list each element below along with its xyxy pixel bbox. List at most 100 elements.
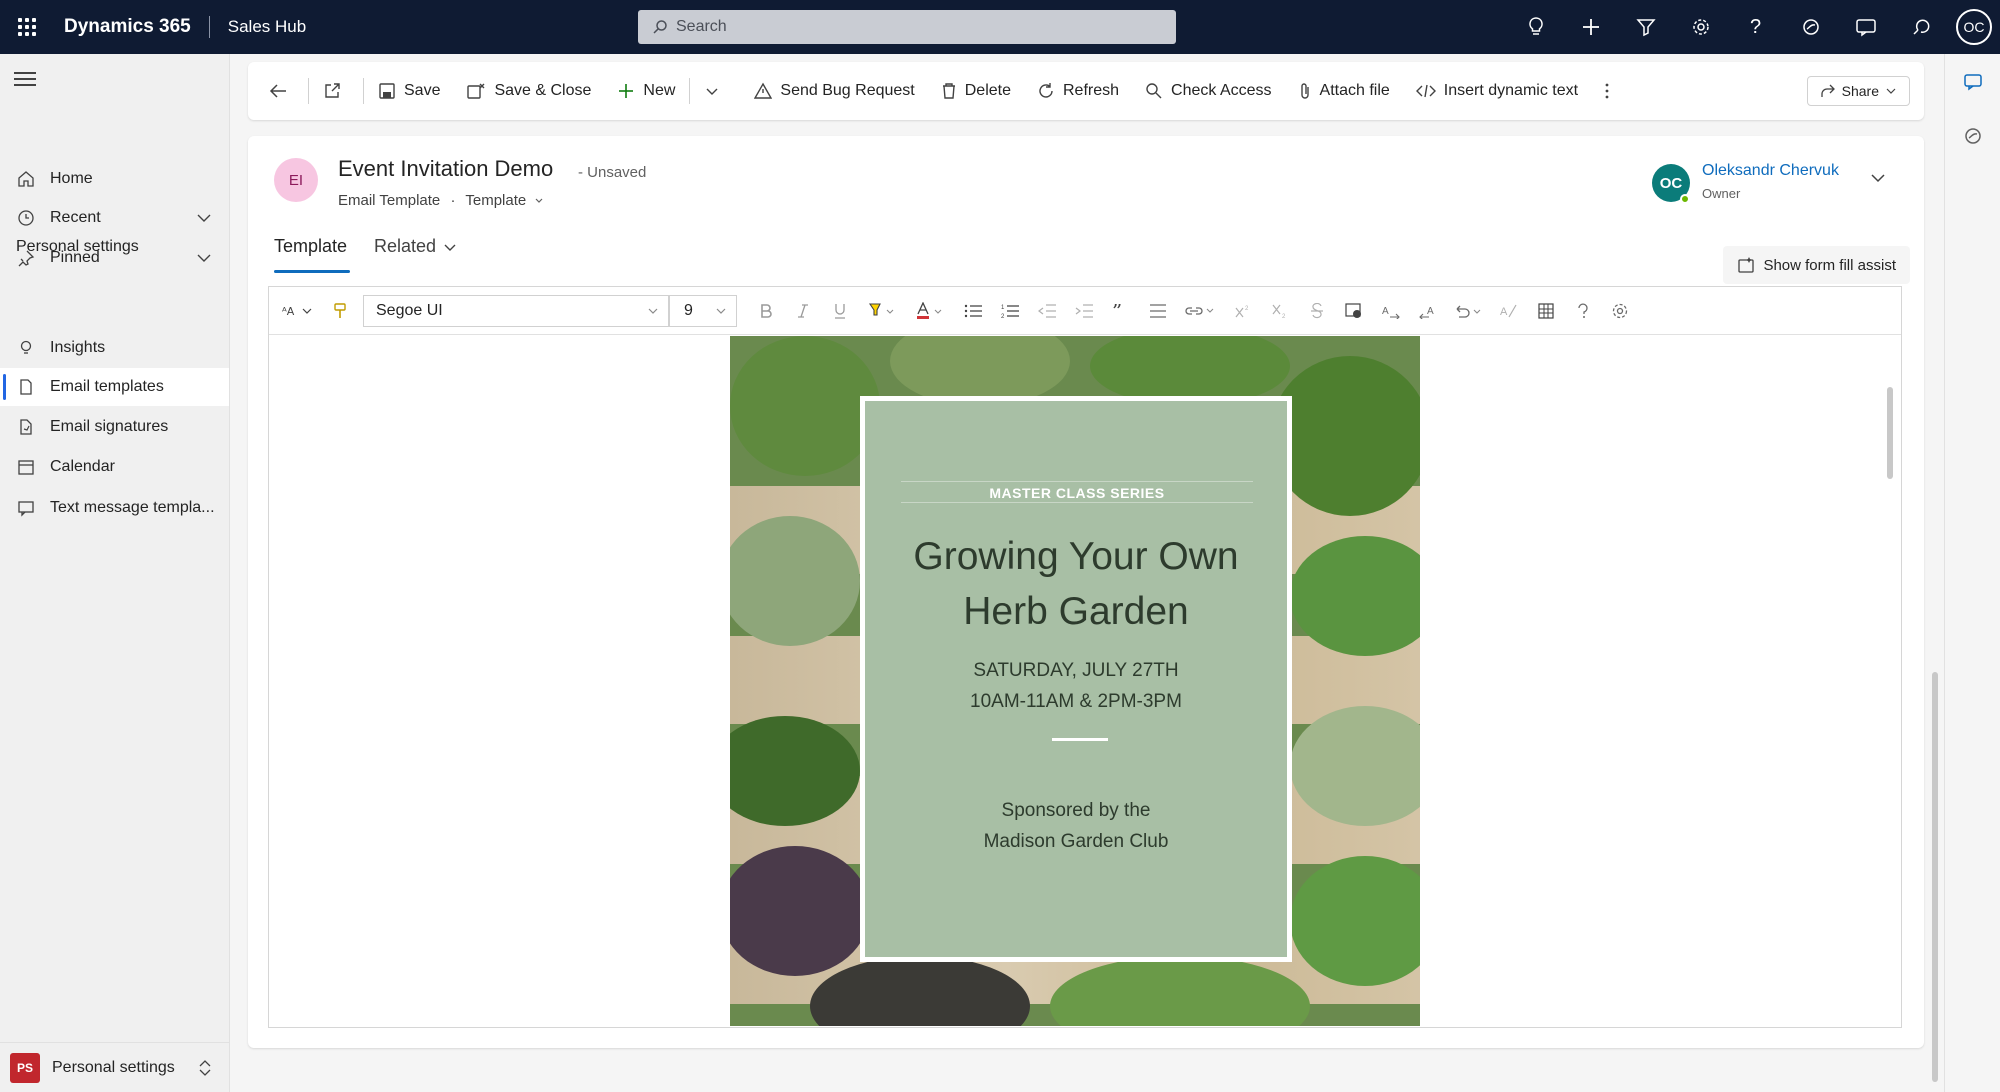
quote-button[interactable]: ”	[1102, 287, 1139, 335]
page-scrollbar[interactable]	[1932, 672, 1938, 1082]
highlight-button[interactable]	[858, 287, 906, 335]
open-new-window-button[interactable]	[323, 82, 349, 100]
chat-icon[interactable]	[1838, 0, 1893, 54]
warning-icon	[754, 82, 773, 99]
record-avatar: EI	[274, 158, 318, 202]
series-label: MASTER CLASS SERIES	[901, 481, 1253, 503]
text-direction-rtl-button[interactable]: A	[1409, 287, 1446, 335]
nav-item-email-templates[interactable]: Email templates	[0, 368, 229, 406]
new-dropdown-button[interactable]	[704, 83, 728, 99]
chat-icon	[16, 498, 36, 518]
copilot-icon[interactable]	[1783, 0, 1838, 54]
nav-item-label: Insights	[50, 339, 106, 356]
nav-item-calendar[interactable]: Calendar	[0, 448, 229, 486]
search-input[interactable]: Search	[638, 10, 1176, 44]
chevron-down-icon[interactable]	[195, 209, 213, 227]
editor-toolbar: ᴬA Segoe UI 9 12 ” 2 2 A A A	[269, 287, 1901, 335]
more-commands-button[interactable]	[1604, 82, 1618, 100]
font-color-button[interactable]	[906, 287, 954, 335]
increase-indent-button[interactable]	[1065, 287, 1102, 335]
search-placeholder: Search	[676, 18, 727, 35]
format-painter-button[interactable]	[325, 287, 355, 335]
back-button[interactable]	[268, 82, 296, 100]
text-style-button[interactable]: ᴬA	[269, 287, 325, 335]
text-direction-ltr-button[interactable]: A	[1372, 287, 1409, 335]
underline-button[interactable]	[821, 287, 858, 335]
save-button[interactable]: Save	[378, 82, 440, 100]
divider	[1052, 738, 1108, 741]
app-name[interactable]: Dynamics 365	[64, 16, 191, 38]
image-icon	[1344, 302, 1361, 318]
nav-item-email-signatures[interactable]: Email signatures	[0, 408, 229, 446]
italic-icon	[797, 303, 808, 318]
subscript-button[interactable]: 2	[1261, 287, 1298, 335]
superscript-button[interactable]: 2	[1224, 287, 1261, 335]
chevron-down-icon[interactable]	[1868, 168, 1888, 188]
show-form-fill-assist-button[interactable]: Show form fill assist	[1723, 246, 1910, 284]
align-icon	[1149, 303, 1166, 318]
decrease-indent-button[interactable]	[1028, 287, 1065, 335]
attach-file-button[interactable]: Attach file	[1298, 82, 1390, 100]
undo-icon	[1456, 305, 1481, 318]
event-title-line-1: Growing Your Own	[913, 535, 1239, 578]
insert-image-button[interactable]	[1335, 287, 1372, 335]
area-name[interactable]: Sales Hub	[228, 17, 306, 37]
nav-item-recent[interactable]: Recent	[0, 199, 229, 237]
svg-text:A: A	[1382, 306, 1389, 317]
font-size-value: 9	[684, 301, 693, 319]
insert-table-button[interactable]	[1527, 287, 1564, 335]
tab-template[interactable]: Template	[274, 236, 347, 257]
plus-icon[interactable]	[1563, 0, 1618, 54]
link-button[interactable]	[1176, 287, 1224, 335]
send-bug-request-button[interactable]: Send Bug Request	[754, 82, 915, 100]
settings-button[interactable]	[1601, 287, 1638, 335]
copilot-icon[interactable]	[1961, 124, 1985, 148]
plus-icon	[619, 84, 634, 98]
hamburger-icon[interactable]	[14, 72, 36, 90]
share-button[interactable]: Share	[1806, 76, 1910, 106]
save-icon	[379, 83, 395, 99]
user-avatar[interactable]: OC	[1956, 9, 1992, 45]
new-button[interactable]: New	[617, 82, 675, 100]
numbered-list-button[interactable]: 12	[991, 287, 1028, 335]
invitation-image[interactable]: MASTER CLASS SERIES Growing Your Own Her…	[730, 336, 1420, 1026]
owner-name[interactable]: Oleksandr Chervuk	[1702, 162, 1839, 180]
refresh-button[interactable]: Refresh	[1037, 82, 1119, 100]
undo-button[interactable]	[1446, 287, 1490, 335]
nav-item-home[interactable]: Home	[0, 160, 229, 198]
code-icon	[1415, 84, 1436, 98]
delete-button[interactable]: Delete	[941, 82, 1011, 100]
presence-indicator	[1680, 194, 1690, 204]
gear-icon[interactable]	[1673, 0, 1728, 54]
tab-related[interactable]: Related	[374, 236, 458, 257]
separator	[689, 78, 691, 104]
chevron-down-icon[interactable]	[195, 249, 213, 267]
check-access-button[interactable]: Check Access	[1145, 82, 1272, 100]
font-family-value: Segoe UI	[376, 301, 443, 319]
app-launcher-icon[interactable]	[0, 0, 54, 54]
align-button[interactable]	[1139, 287, 1176, 335]
bullet-list-button[interactable]	[954, 287, 991, 335]
nav-item-insights[interactable]: Insights	[0, 329, 229, 367]
save-close-button[interactable]: Save & Close	[466, 82, 591, 100]
lightbulb-icon[interactable]	[1508, 0, 1563, 54]
chevron-down-icon[interactable]	[534, 195, 544, 205]
strikethrough-button[interactable]	[1298, 287, 1335, 335]
nav-item-text-message-templates[interactable]: Text message templa...	[0, 489, 229, 527]
insert-dynamic-text-button[interactable]: Insert dynamic text	[1415, 82, 1578, 100]
italic-button[interactable]	[784, 287, 821, 335]
feedback-icon[interactable]	[1893, 0, 1948, 54]
filter-icon[interactable]	[1618, 0, 1673, 54]
chat-pane-icon[interactable]	[1961, 70, 1985, 94]
bold-button[interactable]	[747, 287, 784, 335]
share-label: Share	[1841, 83, 1879, 99]
area-switcher[interactable]: PS Personal settings	[0, 1042, 229, 1092]
clear-formatting-button[interactable]: A	[1490, 287, 1527, 335]
svg-text:2: 2	[1282, 314, 1286, 318]
form-selector[interactable]: Template	[465, 192, 526, 209]
font-family-select[interactable]: Segoe UI	[363, 294, 669, 327]
editor-scrollbar[interactable]	[1887, 387, 1893, 479]
help-icon[interactable]: ?	[1728, 0, 1783, 54]
help-button[interactable]	[1564, 287, 1601, 335]
font-size-select[interactable]: 9	[669, 294, 737, 327]
